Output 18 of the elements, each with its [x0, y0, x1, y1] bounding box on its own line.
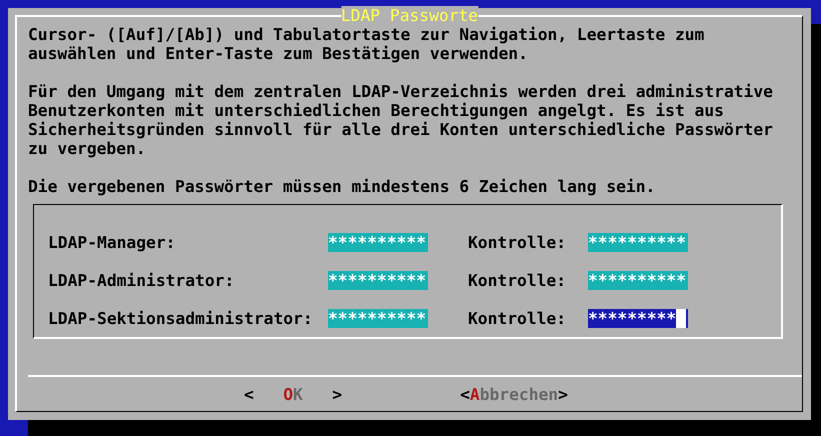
field-label: LDAP-Administrator: [48, 271, 236, 290]
instruction-text: Für den Umgang mit dem zentralen LDAP-Verzeichnis werden drei administrative Benutzerkonten mit unterschiedlichen Berechtigungen angelgt. Es ist aus Sicherheitsgründen sinnvoll für alle drei Konten unterschiedliche Passwörter zu vergeben. [28, 82, 774, 158]
dialog-button[interactable]: <Abbrechen> [460, 384, 568, 404]
password-field[interactable]: ********* [588, 309, 688, 328]
password-field[interactable]: ********** [328, 309, 428, 328]
field-label: Kontrolle: [468, 271, 568, 290]
password-field[interactable]: ********** [328, 233, 428, 252]
field-label: LDAP-Manager: [48, 233, 176, 252]
field-label: Kontrolle: [468, 309, 568, 328]
field-label: Kontrolle: [468, 233, 568, 252]
password-field[interactable]: ********** [328, 271, 428, 290]
dialog-button[interactable]: < OK > [244, 384, 342, 404]
field-label: LDAP-Sektionsadministrator: [48, 309, 314, 328]
password-field[interactable]: ********** [588, 233, 688, 252]
password-field[interactable]: ********** [588, 271, 688, 290]
instruction-text: Die vergebenen Passwörter müssen mindestens 6 Zeichen lang sein. [28, 177, 656, 196]
instruction-text: Cursor- ([Auf]/[Ab]) und Tabulatortaste zur Navigation, Leertaste zum auswählen und Enter-Taste zum Bestätigen verwenden. [28, 25, 706, 63]
text-cursor [676, 309, 686, 328]
